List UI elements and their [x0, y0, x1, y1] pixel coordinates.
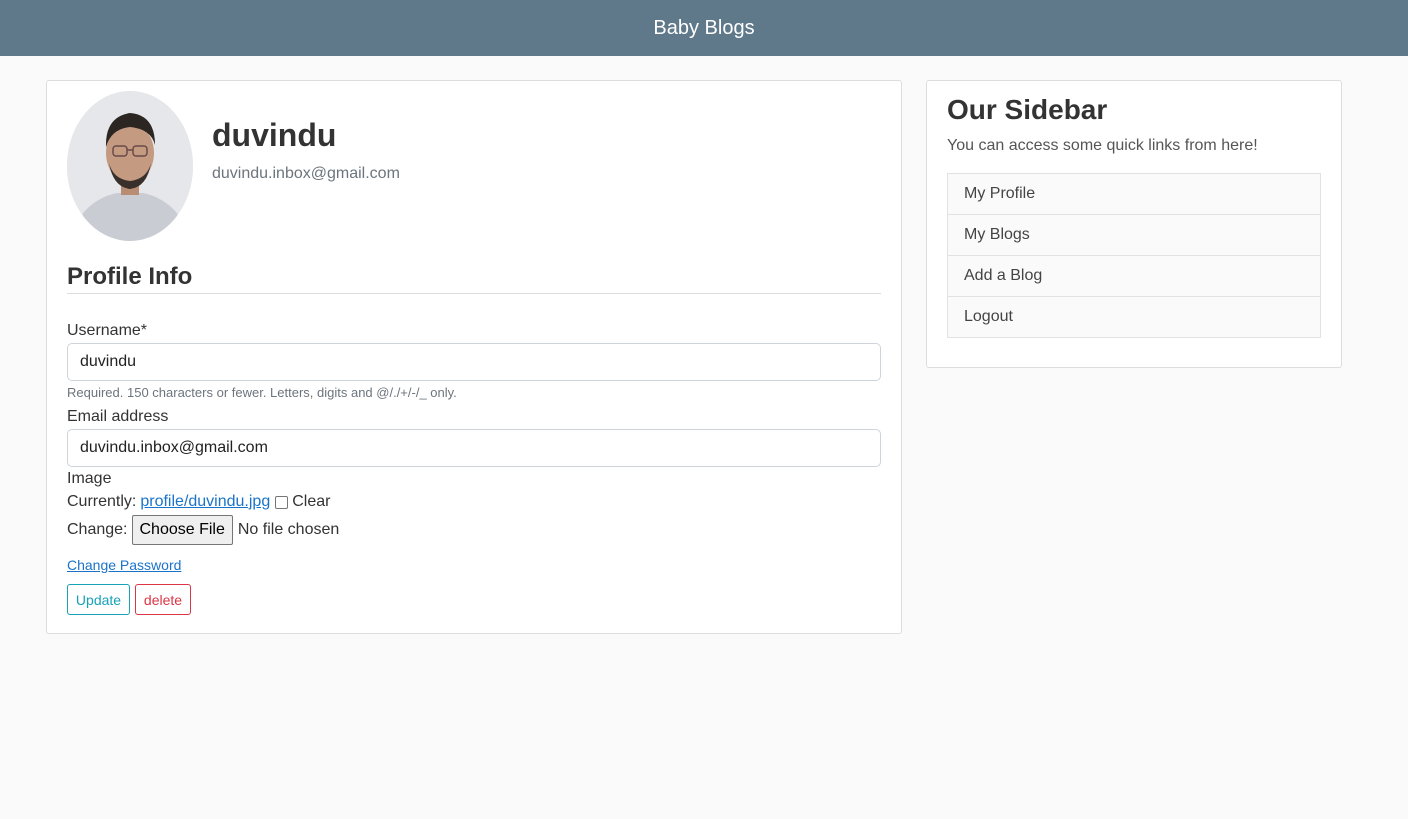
- top-navbar: Baby Blogs: [0, 0, 1408, 56]
- section-divider: [67, 293, 881, 294]
- username-help-text: Required. 150 characters or fewer. Lette…: [67, 385, 457, 400]
- username-label: Username*: [67, 322, 148, 339]
- sidebar-description: You can access some quick links from her…: [947, 137, 1258, 154]
- delete-button[interactable]: delete: [135, 584, 191, 615]
- profile-card: duvindu duvindu.inbox@gmail.com Profile …: [46, 80, 902, 634]
- update-button[interactable]: Update: [67, 584, 130, 615]
- current-image-row: Currently: profile/duvindu.jpg Clear: [67, 493, 330, 511]
- sidebar-title: Our Sidebar: [947, 94, 1108, 125]
- email-label: Email address: [67, 408, 169, 425]
- sidebar-item-my-profile[interactable]: My Profile: [947, 173, 1321, 215]
- profile-info-heading: Profile Info: [67, 263, 193, 290]
- choose-file-button[interactable]: Choose File: [131, 515, 233, 545]
- currently-label: Currently:: [67, 493, 137, 510]
- clear-label: Clear: [292, 493, 331, 510]
- sidebar-links: My Profile My Blogs Add a Blog Logout: [947, 173, 1321, 338]
- profile-email-text: duvindu.inbox@gmail.com: [212, 165, 400, 182]
- sidebar-item-add-blog[interactable]: Add a Blog: [947, 255, 1321, 297]
- profile-username-heading: duvindu: [212, 117, 337, 153]
- sidebar-item-my-blogs[interactable]: My Blogs: [947, 214, 1321, 256]
- username-input[interactable]: [67, 343, 881, 381]
- profile-avatar: [67, 91, 193, 241]
- change-image-row: Change: Choose File No file chosen: [67, 515, 339, 545]
- image-label: Image: [67, 470, 112, 487]
- sidebar-item-logout[interactable]: Logout: [947, 296, 1321, 338]
- sidebar-card: Our Sidebar You can access some quick li…: [926, 80, 1342, 368]
- clear-image-checkbox[interactable]: [275, 495, 289, 509]
- email-input[interactable]: [67, 429, 881, 467]
- current-image-link[interactable]: profile/duvindu.jpg: [140, 493, 270, 511]
- no-file-chosen-text: No file chosen: [237, 521, 340, 538]
- change-password-link[interactable]: Change Password: [67, 557, 181, 573]
- brand-link[interactable]: Baby Blogs: [653, 17, 754, 40]
- change-label: Change:: [67, 521, 128, 538]
